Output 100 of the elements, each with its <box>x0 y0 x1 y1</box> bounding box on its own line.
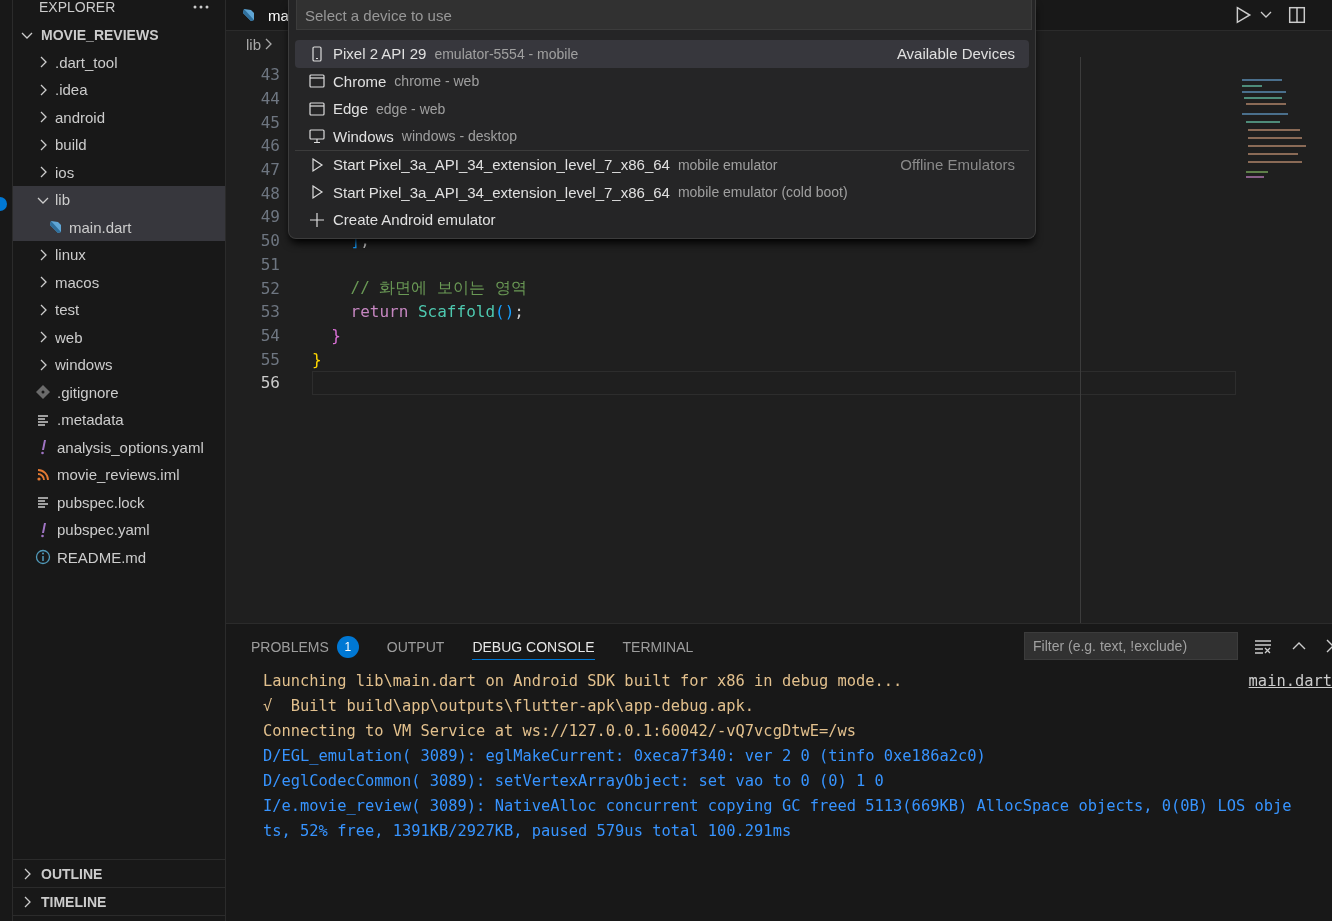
tree-row[interactable]: analysis_options.yaml <box>13 433 225 461</box>
tree-row[interactable]: .idea <box>13 76 225 104</box>
device-name: Start Pixel_3a_API_34_extension_level_7_x86_64 <box>333 156 670 174</box>
tree-row[interactable]: main.dart <box>13 213 225 241</box>
tree-row[interactable]: linux <box>13 241 225 269</box>
tree-item-label: web <box>55 328 83 346</box>
tree-row[interactable]: .gitignore <box>13 378 225 406</box>
tree-item-label: movie_reviews.iml <box>57 466 180 484</box>
section-title[interactable]: TIMELINE <box>41 893 107 910</box>
tree-row[interactable]: ios <box>13 158 225 186</box>
device-option[interactable]: Chrome chrome - web <box>295 67 1029 95</box>
dart-file-icon <box>47 219 63 236</box>
sidebar-title: EXPLORER <box>39 0 116 15</box>
device-option[interactable]: Start Pixel_3a_API_34_extension_level_7_x86_64 mobile emulator Offline Emulators <box>295 150 1029 179</box>
line-number: 51 <box>259 254 280 274</box>
count-badge: 1 <box>336 635 359 658</box>
line-number: 50 <box>259 231 280 251</box>
device-option[interactable]: Start Pixel_3a_API_34_extension_level_7_x86_64 mobile emulator (cold boot) <box>295 178 1029 206</box>
device-search-field[interactable]: Select a device to use <box>296 0 1032 30</box>
tree-row[interactable]: web <box>13 323 225 351</box>
filter-field[interactable]: Filter (e.g. text, !exclude) <box>1024 632 1238 660</box>
panel-tab[interactable]: DEBUG CONSOLE <box>472 632 595 660</box>
device-option[interactable]: Windows windows - desktop <box>295 122 1029 150</box>
device-description: mobile emulator (cold boot) <box>677 184 848 201</box>
lines-icon <box>35 494 51 511</box>
tree-row[interactable]: .metadata <box>13 406 225 434</box>
console-line: I/e.movie_review( 3089): NativeAlloc concurrent copying GC freed 5113(669KB) AllocSpace objects, 0(0B) LOS obje <box>263 796 1292 815</box>
tree-row[interactable]: build <box>13 131 225 159</box>
device-option[interactable]: Create Android emulator <box>295 206 1029 234</box>
group-label: Offline Emulators <box>900 156 1015 174</box>
line-number: 54 <box>259 325 280 345</box>
line-number: 48 <box>259 183 280 203</box>
console-line: Connecting to VM Service at ws://127.0.0.1:60042/-vQ7vcgDtwE=/ws <box>263 721 857 740</box>
clear-filter-icon[interactable] <box>1254 638 1272 654</box>
line-number: 55 <box>259 349 280 369</box>
line-number: 43 <box>259 65 280 85</box>
section-title[interactable]: MOVIE_REVIEWS <box>41 26 159 43</box>
browser-window-icon <box>309 100 325 117</box>
monitor-icon <box>309 128 325 145</box>
play-icon <box>309 156 325 173</box>
tree-row[interactable]: pubspec.lock <box>13 488 225 516</box>
tree-row[interactable]: .dart_tool <box>13 48 225 76</box>
line-number: 45 <box>259 112 280 132</box>
tree-row[interactable]: macos <box>13 268 225 296</box>
chevron-up-icon[interactable] <box>1292 642 1306 650</box>
tree-item-label: ios <box>55 163 75 181</box>
device-option[interactable]: Pixel 2 API 29 emulator-5554 - mobile Available Devices <box>295 40 1029 68</box>
more-icon[interactable] <box>193 5 209 9</box>
tree-item-label: build <box>55 136 87 154</box>
tree-row[interactable]: README.md <box>13 543 225 571</box>
rss-icon <box>35 466 51 483</box>
tree-item-label: test <box>55 301 80 319</box>
line-number: 47 <box>259 160 280 180</box>
line-number: 49 <box>259 207 280 227</box>
tree-item-label: pubspec.yaml <box>57 521 150 539</box>
device-description: chrome - web <box>394 73 480 90</box>
breadcrumb-item[interactable]: lib <box>246 35 261 53</box>
tree-item-label: macos <box>55 273 100 291</box>
device-option[interactable]: Edge edge - web <box>295 95 1029 123</box>
console-line: √ Built build\app\outputs\flutter-apk\app-debug.apk. <box>263 696 755 715</box>
tree-row[interactable]: windows <box>13 351 225 379</box>
tree-item-label: .idea <box>55 81 88 99</box>
device-description: windows - desktop <box>401 128 518 145</box>
section-title[interactable]: OUTLINE <box>41 865 103 882</box>
tree-item-label: .dart_tool <box>55 53 118 71</box>
chevron-down-icon[interactable] <box>1260 11 1272 19</box>
source-link[interactable]: main.dart <box>1248 671 1332 690</box>
run-icon[interactable] <box>1234 6 1252 24</box>
editor-tab[interactable]: ma <box>240 0 289 30</box>
tree-row[interactable]: lib <box>13 186 225 214</box>
line-number: 56 <box>259 373 280 393</box>
git-file-icon <box>35 384 51 401</box>
tree-row[interactable]: android <box>13 103 225 131</box>
code-line: return Scaffold(); <box>349 302 524 322</box>
group-label: Available Devices <box>896 45 1015 63</box>
plus-icon <box>309 211 325 228</box>
phone-icon <box>309 45 325 62</box>
device-name: Edge <box>333 100 369 118</box>
line-number: 53 <box>259 302 280 322</box>
console-line: D/EGL_emulation( 3089): eglMakeCurrent: 0xeca7f340: ver 2 0 (tinfo 0xe186a2c0) <box>263 746 986 765</box>
browser-window-icon <box>309 73 325 90</box>
device-name: Windows <box>333 127 394 145</box>
tree-item-label: .metadata <box>57 411 124 429</box>
line-number: 52 <box>259 278 280 298</box>
device-name: Chrome <box>333 72 387 90</box>
tree-item-label: README.md <box>57 548 147 566</box>
tree-row[interactable]: movie_reviews.iml <box>13 461 225 489</box>
panel-tab[interactable]: PROBLEMS 1 <box>251 632 359 660</box>
tree-item-label: windows <box>55 356 113 374</box>
panel-tab[interactable]: OUTPUT <box>386 632 445 660</box>
play-icon <box>309 184 325 201</box>
panel-tab[interactable]: TERMINAL <box>622 632 694 660</box>
chevron-right-icon <box>265 38 273 50</box>
split-editor-icon[interactable] <box>1288 6 1306 24</box>
tree-item-label: analysis_options.yaml <box>57 438 204 456</box>
tree-item-label: linux <box>55 246 86 264</box>
tree-row[interactable]: test <box>13 296 225 324</box>
tree-row[interactable]: pubspec.yaml <box>13 516 225 544</box>
code-line: // 화면에 보이는 영역 <box>349 277 527 299</box>
info-icon <box>35 549 51 566</box>
